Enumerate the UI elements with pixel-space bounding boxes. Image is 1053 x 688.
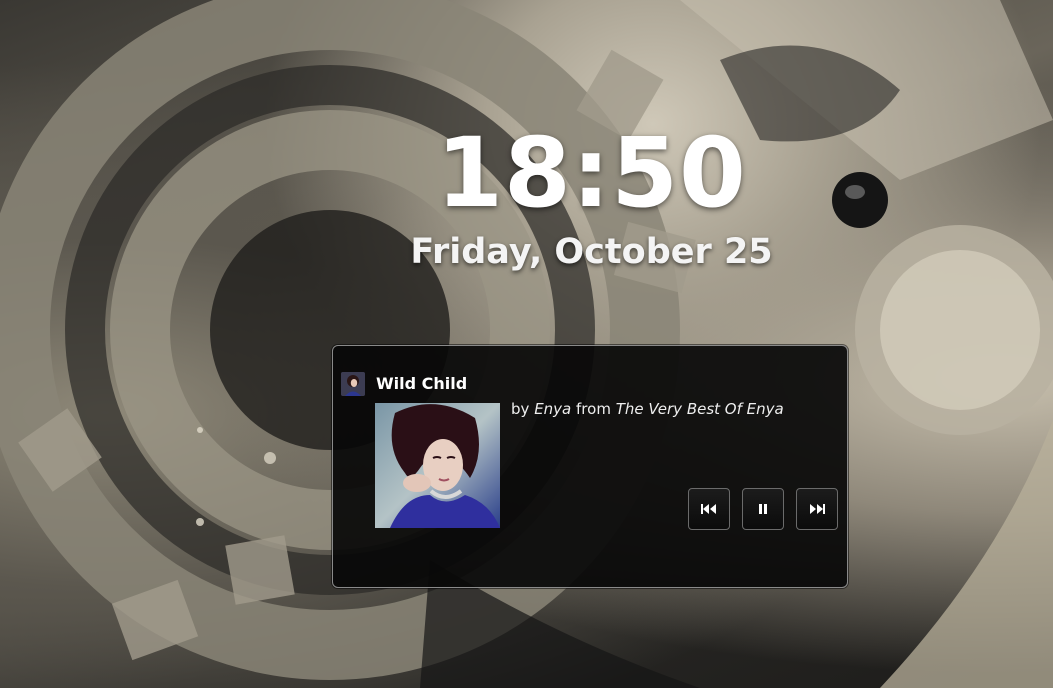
from-label: from [576,400,611,418]
pause-button[interactable] [742,488,784,530]
skip-previous-icon [701,504,716,514]
album-thumbnail-icon [341,372,365,396]
skip-next-icon [810,504,825,514]
by-label: by [511,400,530,418]
clock-time: 18:50 [436,117,747,229]
album-cover [375,403,500,528]
media-player-notification: Wild Child by Enya from The Very Best Of… [332,345,848,588]
track-metadata: by Enya from The Very Best Of Enya [511,399,784,419]
lock-screen: 18:50 Friday, October 25 Wild Child by E… [0,0,1053,688]
previous-track-button[interactable] [688,488,730,530]
pause-icon [759,504,767,514]
album-name: The Very Best Of Enya [615,400,784,418]
track-title: Wild Child [376,374,468,393]
next-track-button[interactable] [796,488,838,530]
artist-name: Enya [534,400,572,418]
clock-date: Friday, October 25 [410,232,773,272]
